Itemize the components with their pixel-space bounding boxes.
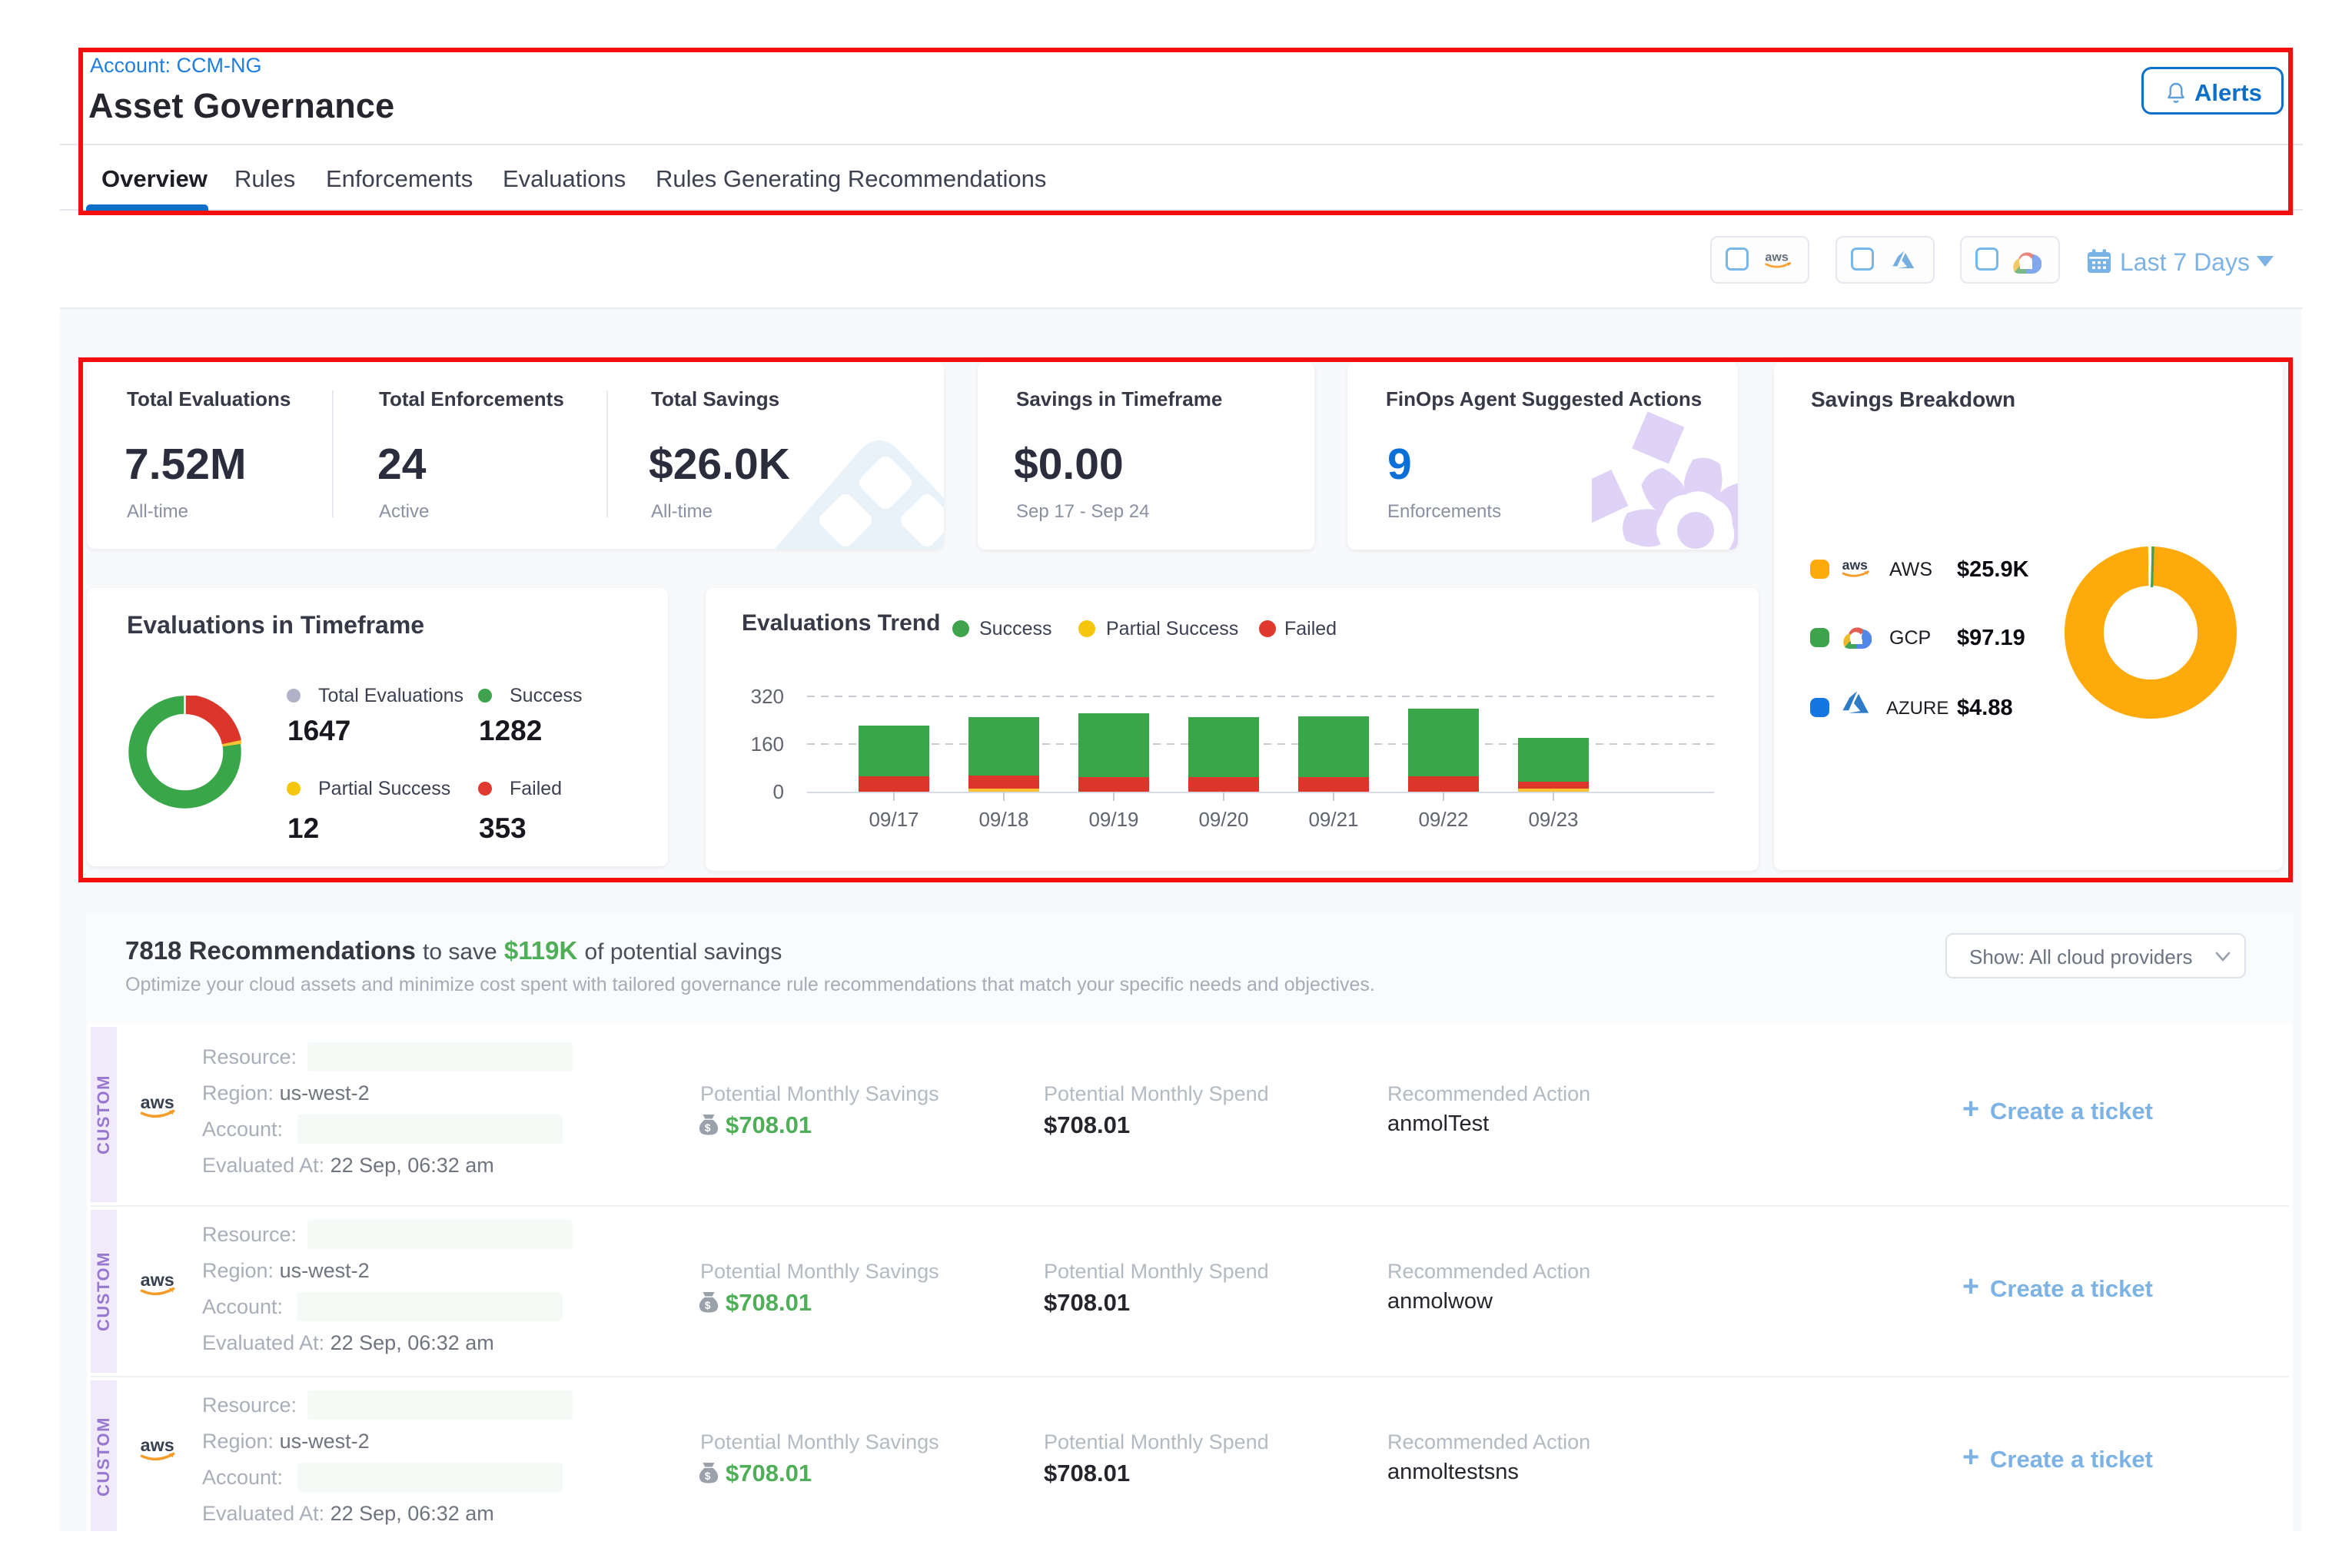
svg-text:aws: aws [1765, 250, 1789, 264]
svg-text:$: $ [705, 1122, 711, 1134]
svg-text:aws: aws [141, 1435, 174, 1455]
svg-text:aws: aws [141, 1092, 174, 1112]
svg-text:$: $ [705, 1300, 711, 1311]
svg-text:aws: aws [141, 1270, 174, 1290]
svg-text:$: $ [705, 1470, 711, 1482]
